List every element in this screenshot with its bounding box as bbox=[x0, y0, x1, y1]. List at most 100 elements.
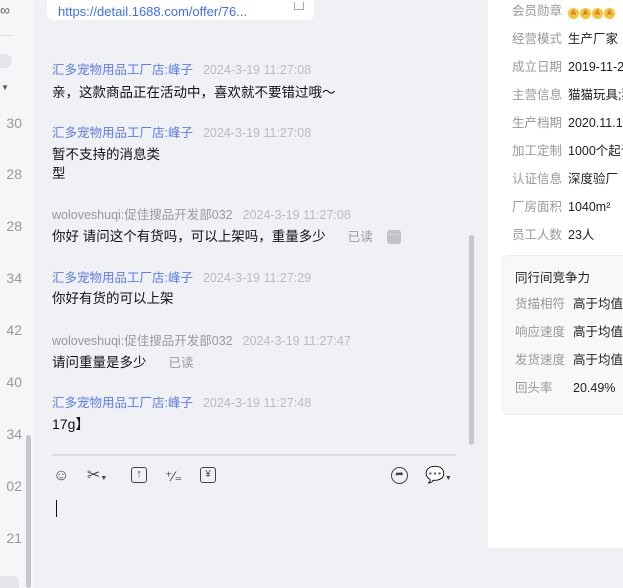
forward-icon[interactable]: ➦ bbox=[391, 467, 408, 484]
row-label: 主营信息 bbox=[512, 88, 563, 102]
filter-pill[interactable] bbox=[0, 54, 12, 68]
message-header: 汇多宠物用品工厂店:峰子 2024-3-19 11:27:29 bbox=[52, 267, 311, 286]
copy-icon[interactable] bbox=[294, 2, 304, 10]
row-value: 深度验厂 bbox=[568, 172, 619, 186]
list-time: 21 bbox=[6, 530, 22, 546]
list-time: 40 bbox=[6, 374, 22, 390]
message-time: 2024-3-19 11:27:29 bbox=[202, 271, 312, 285]
sender-name: 汇多宠物用品工厂店:峰子 bbox=[52, 396, 193, 410]
profile-row: 成立日期 2019-11-2 bbox=[512, 56, 623, 75]
message-time: 2024-3-19 11:27:48 bbox=[202, 396, 312, 410]
row-value: 2019-11-2 bbox=[568, 60, 623, 74]
competition-row: 响应速度 高于均值 bbox=[515, 321, 623, 340]
row-value: 1040m² bbox=[568, 200, 611, 214]
product-link[interactable]: https://detail.1688.com/offer/76... bbox=[58, 4, 247, 19]
chat-scrollbar[interactable] bbox=[469, 235, 474, 445]
message-time: 2024-3-19 11:27:47 bbox=[242, 334, 351, 348]
dropdown-caret-icon[interactable]: ▼ bbox=[1, 83, 9, 92]
message-header: 汇多宠物用品工厂店:峰子 2024-3-19 11:27:08 bbox=[52, 59, 311, 78]
row-label: 厂房面积 bbox=[512, 200, 563, 214]
row-value: 高于均值 bbox=[573, 297, 623, 311]
message-time: 2024-3-19 11:27:08 bbox=[202, 63, 312, 77]
row-label: 成立日期 bbox=[512, 60, 563, 74]
row-label: 加工定制 bbox=[512, 144, 563, 158]
quick-phrase-icon[interactable]: ⁺∕₌ bbox=[165, 467, 182, 485]
emoji-icon[interactable]: ☺ bbox=[53, 467, 69, 485]
price-icon[interactable]: ¥ bbox=[200, 467, 216, 483]
message-text: 型 bbox=[52, 166, 66, 181]
list-time: 02 bbox=[6, 478, 22, 494]
message-header: 汇多宠物用品工厂店:峰子 2024-3-19 11:27:08 bbox=[52, 122, 311, 141]
row-value: 高于均值 bbox=[573, 325, 623, 339]
profile-row: 厂房面积 1040m² bbox=[512, 196, 610, 215]
row-value: 生产厂家 bbox=[568, 32, 619, 46]
list-time: 28 bbox=[6, 166, 22, 182]
row-value: 23人 bbox=[568, 228, 595, 242]
profile-row: 员工人数 23人 bbox=[512, 224, 594, 243]
message-text: 你好 请问这个有货吗，可以上架吗，重量多少 已读 ··· bbox=[52, 227, 401, 247]
message-text: 你好有货的可以上架 bbox=[52, 291, 174, 306]
list-scrollbar[interactable] bbox=[26, 435, 31, 588]
message-header: 汇多宠物用品工厂店:峰子 2024-3-19 11:27:48 bbox=[52, 392, 311, 411]
row-label: 员工人数 bbox=[512, 228, 563, 242]
message-text: 请问重量是多少 已读 bbox=[52, 353, 194, 373]
message-time: 2024-3-19 11:27:08 bbox=[202, 126, 312, 140]
sender-name: woloveshuqi:促佳搜品开发部032 bbox=[52, 334, 233, 348]
screenshot-scissors-icon[interactable]: ✂▼ bbox=[87, 467, 107, 488]
row-value: 猫猫玩具;狗 bbox=[568, 88, 623, 102]
message-text: 17g】 bbox=[52, 416, 90, 432]
list-time: 30 bbox=[6, 115, 22, 131]
message-text: 亲，这款商品正在活动中，喜欢就不要错过哦～ bbox=[52, 85, 336, 100]
message-time: 2024-3-19 11:27:08 bbox=[242, 208, 351, 222]
list-time: 34 bbox=[6, 270, 22, 286]
list-time: 28 bbox=[6, 218, 22, 234]
message-input[interactable] bbox=[56, 500, 57, 517]
profile-row: 经营模式 生产厂家 bbox=[512, 28, 618, 47]
chat-panel: https://detail.1688.com/offer/76... 汇多宠物… bbox=[33, 0, 476, 588]
competition-box: 同行间竞争力 货描相符 高于均值 响应速度 高于均值 发货速度 高于均值 回头率 20.… bbox=[502, 255, 623, 415]
row-value: 1000个起订 bbox=[568, 144, 623, 158]
sender-name: 汇多宠物用品工厂店:峰子 bbox=[52, 126, 193, 140]
share-icon[interactable]: ∞ bbox=[0, 2, 10, 18]
competition-row: 回头率 20.49% bbox=[515, 377, 615, 396]
row-label: 会员勋章 bbox=[512, 4, 563, 18]
competition-row: 发货速度 高于均值 bbox=[515, 349, 623, 368]
badge-icon: A bbox=[580, 8, 591, 19]
list-time: 42 bbox=[6, 322, 22, 338]
read-status: 已读 bbox=[347, 230, 373, 244]
message-header: woloveshuqi:促佳搜品开发部032 2024-3-19 11:27:47 bbox=[52, 330, 351, 349]
list-time: 34 bbox=[6, 426, 22, 442]
profile-row: 会员勋章 A A A A bbox=[512, 0, 616, 19]
sender-name: 汇多宠物用品工厂店:峰子 bbox=[52, 63, 193, 77]
read-status: 已读 bbox=[168, 356, 194, 370]
row-value: 2020.11.1 bbox=[568, 116, 623, 130]
message-body: 请问重量是多少 bbox=[52, 355, 147, 370]
message-header: woloveshuqi:促佳搜品开发部032 2024-3-19 11:27:08 bbox=[52, 204, 351, 223]
input-divider bbox=[52, 454, 456, 456]
row-label: 认证信息 bbox=[512, 172, 563, 186]
row-label: 生产档期 bbox=[512, 116, 563, 130]
row-label: 回头率 bbox=[515, 381, 553, 395]
link-card[interactable]: https://detail.1688.com/offer/76... bbox=[47, 0, 314, 20]
divider bbox=[0, 35, 12, 36]
sender-name: woloveshuqi:促佳搜品开发部032 bbox=[52, 208, 233, 222]
badge-icon: A bbox=[568, 8, 579, 19]
more-icon[interactable]: ··· bbox=[386, 230, 401, 245]
profile-row: 加工定制 1000个起订 bbox=[512, 140, 623, 159]
row-value: 高于均值 bbox=[573, 353, 623, 367]
profile-row: 认证信息 深度验厂 bbox=[512, 168, 618, 187]
member-badges: AAAA bbox=[568, 4, 616, 19]
supplier-profile: 会员勋章 A A A A 经营模式 生产厂家 成立日期 2019-11-2 主营信息 猫猫玩具… bbox=[488, 0, 623, 548]
badge-icon: A bbox=[604, 8, 615, 19]
message-text: 暂不支持的消息类 bbox=[52, 147, 160, 162]
row-label: 货描相符 bbox=[515, 297, 566, 311]
chat-history-icon[interactable]: 💬▼ bbox=[425, 467, 452, 488]
sender-name: 汇多宠物用品工厂店:峰子 bbox=[52, 271, 193, 285]
upload-icon[interactable]: ↑ bbox=[131, 467, 147, 483]
selected-item[interactable] bbox=[0, 576, 19, 588]
row-value: 20.49% bbox=[573, 381, 616, 395]
panel-gap bbox=[476, 0, 488, 588]
message-body: 你好 请问这个有货吗，可以上架吗，重量多少 bbox=[52, 229, 326, 244]
competition-row: 货描相符 高于均值 bbox=[515, 293, 623, 312]
profile-row: 生产档期 2020.11.1 bbox=[512, 112, 623, 131]
